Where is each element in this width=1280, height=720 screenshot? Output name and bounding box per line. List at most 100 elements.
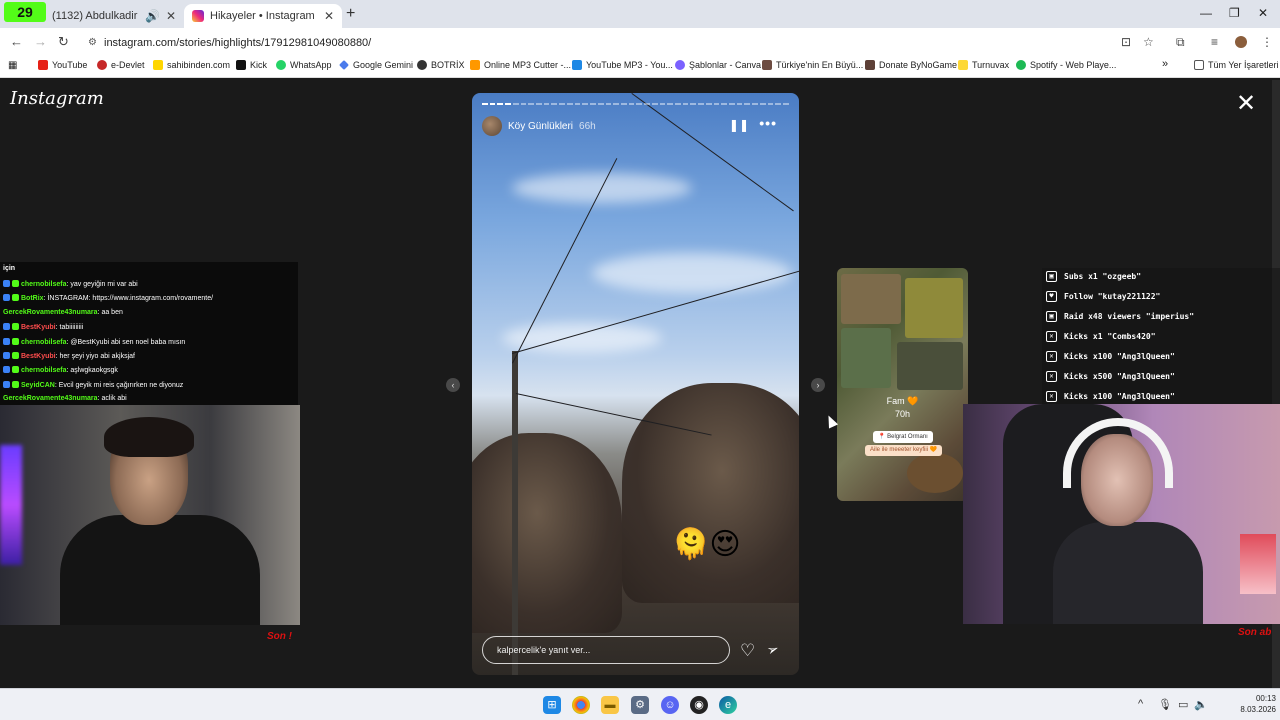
chat-username[interactable]: GercekRovamente43numara [3, 395, 98, 402]
turkiye-site-icon [762, 60, 772, 70]
tab-youtube[interactable]: (1132) Abdulkadir Geylani - 🔊 ✕ [44, 4, 184, 28]
network-icon[interactable]: ▭ [1178, 698, 1188, 711]
more-options-icon[interactable]: ••• [759, 115, 777, 131]
windows-start-icon[interactable]: ⊞ [543, 696, 561, 714]
site-info-icon[interactable]: ⚙ [88, 32, 97, 54]
chat-username[interactable]: chernobilsefa [21, 339, 67, 346]
bookmark-canva[interactable]: Şablonlar - Canva [675, 60, 761, 70]
bookmark-label: Kick [250, 60, 268, 70]
alert-text: Kicks x100 "Ang3lQueen" [1064, 391, 1175, 401]
story-card[interactable]: Köy Günlükleri 66h ❚❚ ••• 🫠😍 kalpercelik… [472, 93, 799, 675]
youtube-icon [38, 60, 48, 70]
sky-cloud [592, 253, 792, 293]
e-devlet-icon [97, 60, 107, 70]
tab-instagram[interactable]: Hikayeler • Instagram ✕ [184, 4, 342, 28]
spotify-icon [1016, 60, 1026, 70]
turnuvax-icon [958, 60, 968, 70]
chat-message: GercekRovamente43numara: aclik abi [3, 395, 127, 402]
reload-icon[interactable]: ↻ [58, 34, 69, 50]
progress-segment [482, 103, 488, 105]
media-controls-icon[interactable]: ≡ [1211, 35, 1218, 49]
chat-username[interactable]: GercekRovamente43numara [3, 309, 98, 316]
settings-app-icon[interactable]: ⚙ [631, 696, 649, 714]
bookmark-youtube-mp3[interactable]: YouTube MP3 - You... [572, 60, 673, 70]
chat-username[interactable]: chernobilsefa [21, 367, 67, 374]
profile-avatar[interactable] [1235, 36, 1247, 48]
menu-kebab-icon[interactable]: ⋮ [1261, 35, 1273, 49]
person-body [1053, 522, 1203, 624]
bookmark-botrix[interactable]: BOTRİX [417, 60, 465, 70]
whatsapp-icon [276, 60, 286, 70]
chat-username[interactable]: BestKyubi [21, 353, 56, 360]
microphone-icon[interactable]: 🎙 [1158, 698, 1172, 711]
obs-icon[interactable]: ◉ [690, 696, 708, 714]
heart-icon[interactable]: ♡ [740, 641, 755, 661]
close-story-icon[interactable]: ✕ [1236, 92, 1256, 116]
next-story-preview[interactable]: Fam 🧡 70h 📍 Belgrat Ormanı Aile ile meee… [837, 268, 968, 501]
progress-segment [597, 103, 604, 105]
install-app-icon[interactable]: ⊡ [1121, 35, 1131, 49]
story-username[interactable]: Köy Günlükleri [508, 121, 573, 132]
restore-icon[interactable]: ❐ [1229, 6, 1240, 20]
bookmarks-overflow-button[interactable]: » [1162, 58, 1168, 70]
bookmark-youtube[interactable]: YouTube [38, 60, 87, 70]
url-field[interactable]: ⚙ instagram.com/stories/highlights/17912… [82, 32, 1132, 54]
alert-text: Kicks x100 "Ang3lQueen" [1064, 351, 1175, 361]
bookmark-gemini[interactable]: Google Gemini [339, 60, 413, 70]
bookmark-e-devlet[interactable]: e-Devlet [97, 60, 145, 70]
tab-title: (1132) Abdulkadir Geylani - [52, 10, 139, 22]
heart-alert-icon: ♥ [1046, 290, 1057, 302]
bookmark-whatsapp[interactable]: WhatsApp [276, 60, 332, 70]
chat-message: chernobilsefa: yav geyiğin mi var abi [3, 280, 138, 288]
tab-close-icon[interactable]: ✕ [324, 9, 334, 23]
instagram-logo[interactable]: Instagram [10, 88, 104, 109]
bookmark-sahibinden[interactable]: sahibinden.com [153, 60, 230, 70]
tray-overflow-icon[interactable]: ^ [1138, 698, 1143, 710]
bookmark-spotify[interactable]: Spotify - Web Playe... [1016, 60, 1116, 70]
discord-icon[interactable]: ☺ [661, 696, 679, 714]
progress-segment [574, 103, 581, 105]
bookmark-star-icon[interactable]: ☆ [1143, 35, 1154, 49]
system-clock[interactable]: 00:13 8.03.2026 [1212, 693, 1276, 715]
window-close-icon[interactable]: ✕ [1258, 6, 1268, 20]
minimize-icon[interactable]: — [1200, 6, 1212, 20]
chrome-icon[interactable] [572, 696, 590, 714]
send-icon[interactable]: ➢ [764, 640, 781, 660]
edge-icon[interactable]: e [719, 696, 737, 714]
chat-badge-icon [3, 280, 10, 287]
sahibinden-icon [153, 60, 163, 70]
progress-segment [721, 103, 727, 105]
file-explorer-icon[interactable]: ▬ [601, 696, 619, 714]
bookmark-turkiye[interactable]: Türkiye'nin En Büyü... [762, 60, 863, 70]
screen: 29 (1132) Abdulkadir Geylani - 🔊 ✕ Hikay… [0, 0, 1280, 720]
forward-icon[interactable]: → [34, 34, 47, 49]
person-torso [60, 515, 260, 625]
progress-segment [659, 103, 666, 105]
story-author-avatar[interactable] [482, 116, 502, 136]
new-tab-button[interactable]: + [346, 5, 355, 23]
chat-text: : aclik abi [97, 395, 127, 403]
apps-grid-icon[interactable]: ▦ [8, 60, 17, 71]
all-bookmarks-folder[interactable]: Tüm Yer İşaretleri [1194, 60, 1279, 70]
extensions-icon[interactable]: ⧉ [1176, 35, 1185, 50]
story-reply-input[interactable]: kalpercelik'e yanıt ver... [482, 636, 730, 664]
address-toolbar: ← → ↻ ⚙ instagram.com/stories/highlights… [0, 28, 1280, 56]
bookmark-mp3-cutter[interactable]: Online MP3 Cutter -... [470, 60, 571, 70]
volume-icon[interactable]: 🔈 [1194, 698, 1208, 711]
back-icon[interactable]: ← [10, 34, 23, 49]
folder-icon [1194, 60, 1204, 70]
chat-badge-icon [3, 323, 10, 331]
chat-username[interactable]: BestKyubi [21, 324, 56, 331]
pause-icon[interactable]: ❚❚ [729, 118, 749, 132]
next-story-icon[interactable]: › [811, 378, 825, 392]
prev-story-icon[interactable]: ‹ [446, 378, 460, 392]
chat-username[interactable]: chernobilsefa [21, 281, 67, 288]
chat-username[interactable]: SeyidCAN [21, 382, 55, 389]
streamer-webcam-left [0, 405, 300, 625]
speaker-icon[interactable]: 🔊 [145, 9, 160, 23]
bookmark-kick[interactable]: Kick [236, 60, 267, 70]
bookmark-bynogame[interactable]: Donate ByNoGame [865, 60, 957, 70]
tab-close-icon[interactable]: ✕ [166, 9, 176, 23]
chat-username[interactable]: BotRix [21, 295, 44, 302]
bookmark-turnuvax[interactable]: Turnuvax [958, 60, 1009, 70]
